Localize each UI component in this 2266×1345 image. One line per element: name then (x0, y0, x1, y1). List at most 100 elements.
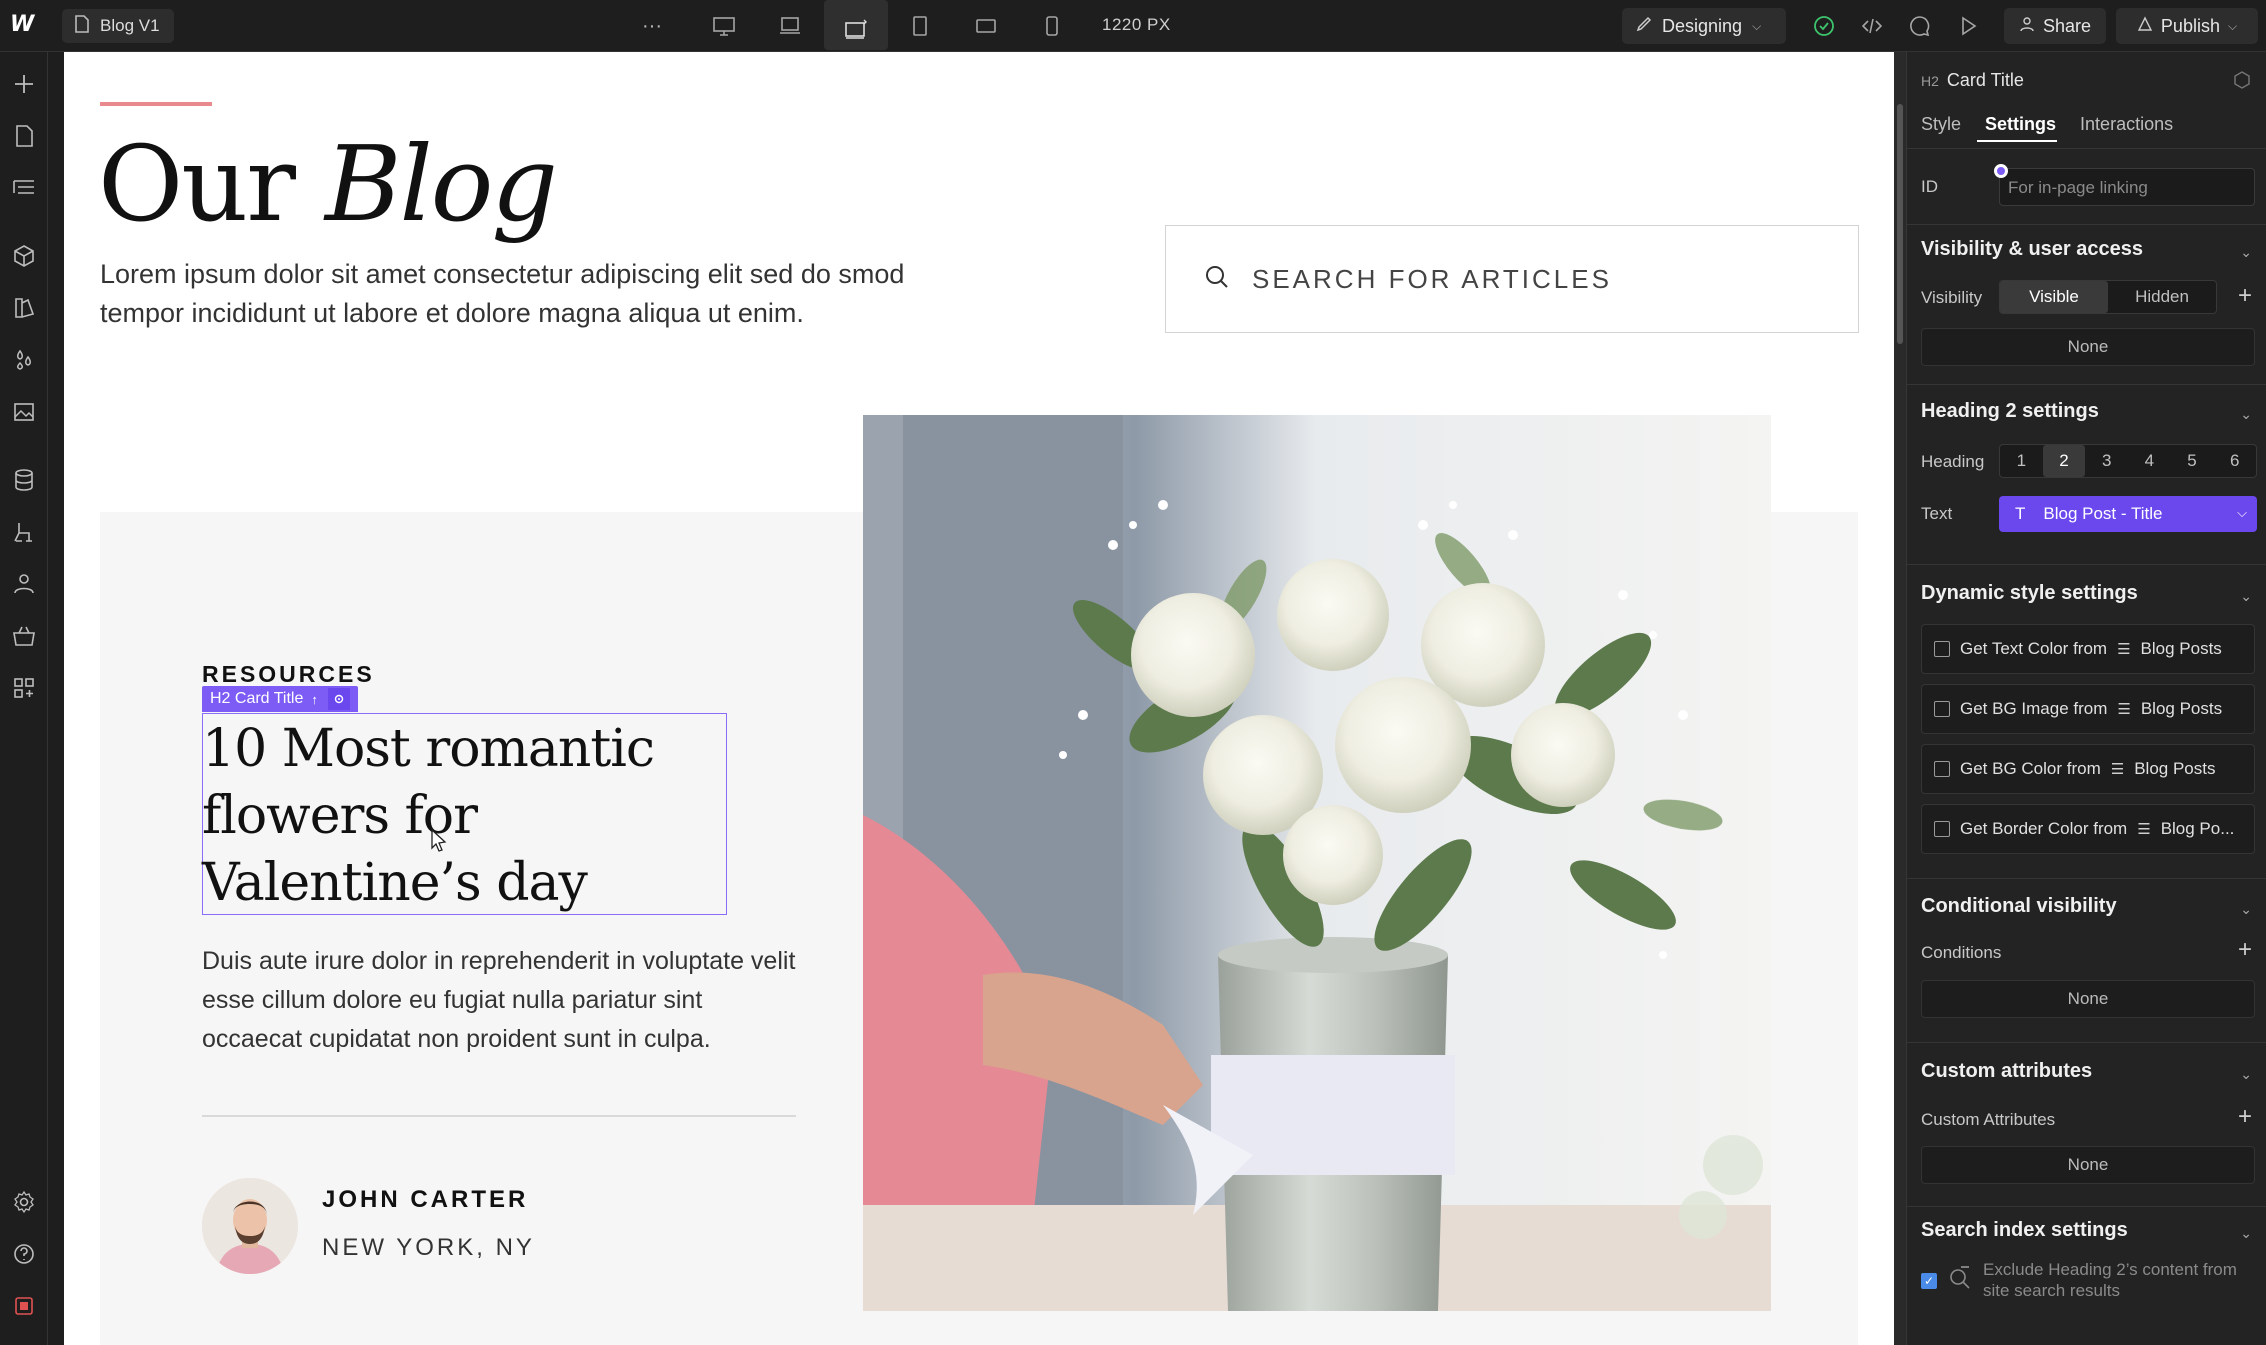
publish-button[interactable]: Publish ⌵ (2116, 8, 2258, 44)
visibility-visible-option[interactable]: Visible (2000, 281, 2108, 313)
components-icon[interactable] (8, 240, 40, 272)
tab-settings[interactable]: Settings (1985, 114, 2056, 135)
arrow-up-icon[interactable]: ↑ (311, 692, 318, 707)
help-icon[interactable] (8, 1238, 40, 1270)
search-index-section-title[interactable]: Search index settings (1921, 1219, 2128, 1242)
heading-level-4[interactable]: 4 (2128, 445, 2171, 477)
add-icon[interactable]: + (2238, 284, 2252, 308)
chevron-down-icon[interactable]: ⌄ (2240, 406, 2252, 423)
comment-icon[interactable] (1904, 11, 1936, 41)
checkbox[interactable] (1934, 701, 1950, 717)
dynamic-row[interactable]: Get BG Image from ☰ Blog Posts (1921, 684, 2255, 734)
dynamic-row-source: Blog Posts (2134, 759, 2216, 778)
panel-tabs: Style Settings Interactions (1921, 114, 2173, 135)
article-search-input[interactable]: SEARCH FOR ARTICLES (1165, 225, 1859, 333)
featured-image[interactable] (863, 415, 1771, 1311)
navigator-icon[interactable] (8, 172, 40, 204)
share-button[interactable]: Share (2004, 8, 2106, 44)
text-label: Text (1921, 504, 1953, 523)
code-icon[interactable] (1856, 11, 1888, 41)
heading-level-6[interactable]: 6 (2213, 445, 2256, 477)
cms-icon[interactable] (8, 464, 40, 496)
record-icon[interactable] (8, 1290, 40, 1322)
visibility-none[interactable]: None (1921, 328, 2255, 366)
settings-icon[interactable] (8, 1186, 40, 1218)
database-icon: ☰ (2117, 641, 2131, 658)
checkbox-checked[interactable]: ✓ (1921, 1273, 1937, 1289)
component-icon[interactable] (2232, 70, 2252, 95)
id-input[interactable]: For in-page linking (1999, 168, 2255, 206)
chevron-down-icon[interactable]: ⌄ (2240, 244, 2252, 261)
conditional-section-title[interactable]: Conditional visibility (1921, 895, 2117, 918)
checkbox[interactable] (1934, 641, 1950, 657)
card-category[interactable]: RESOURCES (202, 661, 375, 688)
heading-level-5[interactable]: 5 (2171, 445, 2214, 477)
publish-icon (2137, 15, 2153, 37)
add-icon[interactable]: + (2238, 1105, 2252, 1129)
checkbox[interactable] (1934, 761, 1950, 777)
laptop-icon[interactable] (774, 11, 806, 41)
logic-icon[interactable] (8, 516, 40, 548)
chevron-down-icon[interactable]: ⌄ (2240, 1225, 2252, 1242)
check-icon[interactable] (1808, 11, 1840, 41)
conditions-label: Conditions (1921, 943, 2002, 962)
desktop-icon[interactable] (708, 11, 740, 41)
heading-level-1[interactable]: 1 (2000, 445, 2043, 477)
chevron-down-icon[interactable]: ⌄ (2240, 1066, 2252, 1083)
assets-icon[interactable] (8, 396, 40, 428)
page-intro[interactable]: Lorem ipsum dolor sit amet consectetur a… (100, 255, 940, 333)
users-icon[interactable] (8, 568, 40, 600)
play-icon[interactable] (1952, 11, 1984, 41)
tab-style[interactable]: Style (1921, 114, 1961, 135)
visibility-hidden-option[interactable]: Hidden (2108, 281, 2216, 313)
dynamic-row[interactable]: Get Border Color from ☰ Blog Po... (1921, 804, 2255, 854)
visibility-section-title[interactable]: Visibility & user access (1921, 238, 2143, 261)
author-name[interactable]: JOHN CARTER (322, 1186, 528, 1214)
tablet-landscape-icon[interactable] (970, 11, 1002, 41)
custom-attributes-section-title[interactable]: Custom attributes (1921, 1060, 2092, 1083)
page-title-plain: Our (98, 123, 296, 245)
scrollbar-thumb[interactable] (1897, 104, 1903, 344)
chevron-down-icon[interactable]: ⌄ (2240, 588, 2252, 605)
conditions-none[interactable]: None (1921, 980, 2255, 1018)
add-icon[interactable] (8, 68, 40, 100)
mode-label: Designing (1662, 15, 1743, 36)
author-avatar[interactable] (202, 1178, 298, 1274)
checkbox[interactable] (1934, 821, 1950, 837)
database-icon: ☰ (2117, 701, 2131, 718)
page-title[interactable]: Our Blog (98, 122, 558, 247)
dynamic-row[interactable]: Get Text Color from ☰ Blog Posts (1921, 624, 2255, 674)
heading-level-2[interactable]: 2 (2042, 445, 2086, 477)
tablet-icon[interactable] (904, 11, 936, 41)
tab-interactions[interactable]: Interactions (2080, 114, 2173, 135)
tablet-wide-icon[interactable] (824, 0, 888, 50)
chevron-down-icon[interactable]: ⌄ (2240, 901, 2252, 918)
styles-icon[interactable] (8, 292, 40, 324)
dynamic-section-title[interactable]: Dynamic style settings (1921, 582, 2138, 605)
active-tab-indicator (1977, 140, 2057, 142)
page-selector[interactable]: Blog V1 (62, 9, 174, 43)
mode-dropdown[interactable]: Designing ⌵ (1622, 8, 1786, 44)
card-description[interactable]: Duis aute irure dolor in reprehenderit i… (202, 942, 802, 1059)
gear-icon[interactable] (327, 688, 350, 710)
dynamic-row-label: Get BG Color from (1960, 759, 2101, 778)
webflow-logo-icon[interactable]: W (10, 12, 40, 40)
more-options-icon[interactable]: ··· (636, 11, 668, 41)
variables-icon[interactable] (8, 344, 40, 376)
apps-icon[interactable] (8, 672, 40, 704)
text-binding-select[interactable]: T Blog Post - Title ⌵ (1999, 496, 2257, 532)
binding-indicator[interactable] (1994, 164, 2008, 178)
heading-level-3[interactable]: 3 (2085, 445, 2128, 477)
mobile-icon[interactable] (1036, 11, 1068, 41)
card-title[interactable]: 10 Most romantic flowers for Valentine’s… (202, 716, 742, 917)
pages-icon[interactable] (8, 120, 40, 152)
design-canvas[interactable]: Our Blog Lorem ipsum dolor sit amet cons… (64, 52, 1894, 1345)
add-icon[interactable]: + (2238, 938, 2252, 962)
author-location[interactable]: NEW YORK, NY (322, 1234, 535, 1262)
ecommerce-icon[interactable] (8, 620, 40, 652)
dynamic-row[interactable]: Get BG Color from ☰ Blog Posts (1921, 744, 2255, 794)
custom-attributes-none[interactable]: None (1921, 1146, 2255, 1184)
selection-tag[interactable]: H2 Card Title ↑ (202, 686, 358, 712)
heading-section-title[interactable]: Heading 2 settings (1921, 400, 2099, 423)
canvas-scrollbar[interactable] (1894, 52, 1906, 1345)
